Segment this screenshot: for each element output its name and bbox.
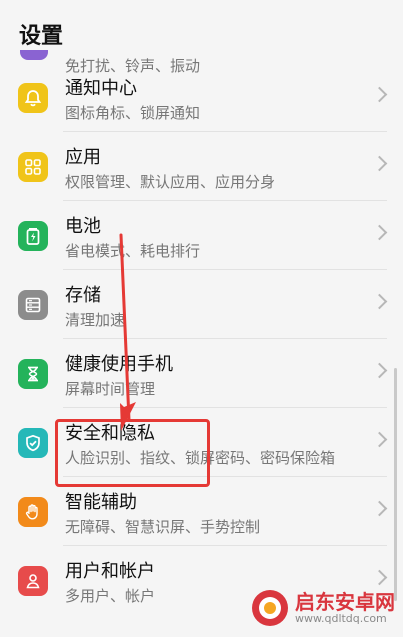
settings-item-subtitle: 清理加速 [65,311,126,329]
settings-item-title: 存储 [65,285,101,306]
settings-list: 通知中心 图标角标、锁屏通知 应用 权限管理、默认应用、应用分身 电池 省电模式… [0,62,403,614]
settings-item-apps[interactable]: 应用 权限管理、默认应用、应用分身 [0,131,403,200]
settings-item-title: 电池 [65,216,101,237]
settings-item-subtitle: 屏幕时间管理 [65,380,156,398]
settings-item-subtitle: 权限管理、默认应用、应用分身 [65,173,276,191]
settings-item-notification-center[interactable]: 通知中心 图标角标、锁屏通知 [0,62,403,131]
partial-row-subtitle: 免打扰、铃声、振动 [65,57,201,75]
hand-icon [18,497,48,527]
settings-item-title: 健康使用手机 [65,354,173,375]
settings-item-title: 应用 [65,147,101,168]
page-title: 设置 [19,24,64,49]
settings-item-subtitle: 无障碍、智慧识屏、手势控制 [65,518,261,536]
settings-item-subtitle: 人脸识别、指纹、锁屏密码、密码保险箱 [65,449,336,467]
settings-item-security-privacy[interactable]: 安全和隐私 人脸识别、指纹、锁屏密码、密码保险箱 [0,407,403,476]
watermark-text: 启东安卓网 www.qdltdq.com [295,589,395,625]
settings-item-storage[interactable]: 存储 清理加速 [0,269,403,338]
settings-item-smart-assistance[interactable]: 智能辅助 无障碍、智慧识屏、手势控制 [0,476,403,545]
scrollbar[interactable] [394,368,397,601]
settings-item-subtitle: 多用户、帐户 [65,587,156,605]
battery-icon [18,221,48,251]
watermark-logo-icon [251,589,289,627]
chevron-right-icon [371,500,388,517]
hourglass-icon [18,359,48,389]
chevron-right-icon [371,155,388,172]
settings-header: 设置 免打扰、铃声、振动 [0,0,403,75]
storage-icon [18,290,48,320]
settings-item-title: 通知中心 [65,78,137,99]
chevron-right-icon [371,86,388,103]
settings-item-subtitle: 省电模式、耗电排行 [65,242,201,260]
settings-item-digital-balance[interactable]: 健康使用手机 屏幕时间管理 [0,338,403,407]
partial-sound-icon [20,50,48,60]
settings-item-battery[interactable]: 电池 省电模式、耗电排行 [0,200,403,269]
settings-item-subtitle: 图标角标、锁屏通知 [65,104,201,122]
watermark-url: www.qdltdq.com [295,611,387,625]
chevron-right-icon [371,431,388,448]
watermark: 启东安卓网 www.qdltdq.com [251,589,395,627]
settings-item-title: 用户和帐户 [65,561,155,582]
chevron-right-icon [371,362,388,379]
watermark-brand: 启东安卓网 [295,589,395,614]
chevron-right-icon [371,293,388,310]
settings-item-title: 智能辅助 [65,492,137,513]
chevron-right-icon [371,569,388,586]
bell-icon [18,83,48,113]
shield-check-icon [18,428,48,458]
apps-grid-icon [18,152,48,182]
chevron-right-icon [371,224,388,241]
user-icon [18,566,48,596]
settings-item-title: 安全和隐私 [65,423,155,444]
